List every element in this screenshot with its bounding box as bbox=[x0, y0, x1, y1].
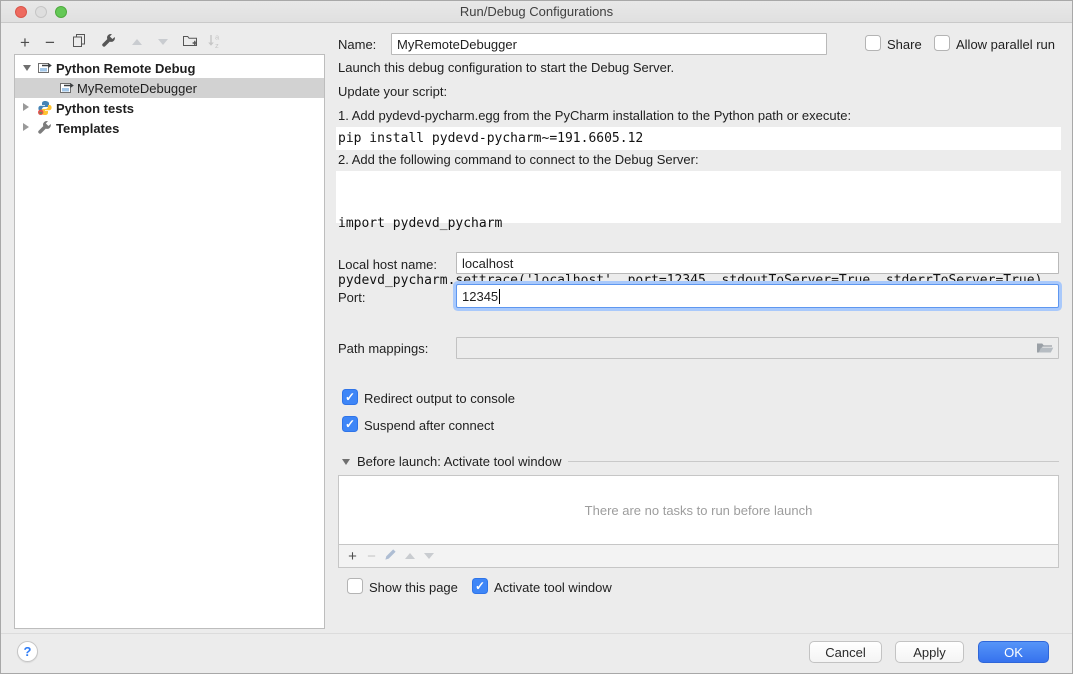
sort-configurations-button[interactable]: az bbox=[202, 31, 226, 53]
add-task-button[interactable]: + bbox=[343, 546, 362, 566]
apply-button[interactable]: Apply bbox=[895, 641, 964, 663]
ok-button[interactable]: OK bbox=[978, 641, 1049, 663]
arrow-down-icon bbox=[158, 39, 168, 45]
activate-tool-window-checkbox[interactable]: ✓ bbox=[472, 578, 488, 594]
before-launch-task-list[interactable]: There are no tasks to run before launch bbox=[338, 475, 1059, 545]
settrace-code-line1: import pydevd_pycharm bbox=[338, 214, 1061, 233]
show-this-page-checkbox[interactable] bbox=[347, 578, 363, 594]
redirect-output-label: Redirect output to console bbox=[364, 391, 515, 406]
tree-item-python-tests[interactable]: Python tests bbox=[15, 98, 324, 118]
cancel-button[interactable]: Cancel bbox=[809, 641, 882, 663]
plus-icon: + bbox=[20, 34, 30, 51]
arrow-down-icon bbox=[424, 553, 434, 559]
activate-tool-window-label: Activate tool window bbox=[494, 580, 612, 595]
name-label: Name: bbox=[338, 37, 376, 52]
templates-wrench-icon bbox=[37, 120, 52, 138]
update-script-text: Update your script: bbox=[338, 84, 447, 99]
configurations-tree: Python Remote Debug MyRemoteDebugger Pyt… bbox=[14, 54, 325, 629]
copy-icon bbox=[72, 33, 87, 51]
remove-configuration-button[interactable]: − bbox=[38, 31, 62, 53]
tree-item-label: Python Remote Debug bbox=[56, 61, 195, 76]
tree-item-label: Templates bbox=[56, 121, 119, 136]
new-folder-icon bbox=[182, 34, 198, 51]
show-this-page-label: Show this page bbox=[369, 580, 458, 595]
remove-task-button[interactable]: − bbox=[362, 546, 381, 566]
share-label: Share bbox=[887, 37, 922, 52]
path-mappings-input[interactable] bbox=[456, 337, 1059, 359]
path-mappings-label: Path mappings: bbox=[338, 341, 428, 356]
arrow-up-icon bbox=[405, 553, 415, 559]
window-title: Run/Debug Configurations bbox=[1, 4, 1072, 19]
plus-icon: + bbox=[348, 549, 357, 564]
tree-item-label: MyRemoteDebugger bbox=[77, 81, 197, 96]
copy-configuration-button[interactable] bbox=[67, 31, 91, 53]
footer-divider bbox=[1, 633, 1073, 634]
port-value: 12345 bbox=[462, 289, 498, 304]
question-mark-icon: ? bbox=[24, 644, 32, 659]
titlebar: Run/Debug Configurations bbox=[1, 1, 1072, 23]
suspend-after-connect-checkbox[interactable]: ✓ bbox=[342, 416, 358, 432]
collapse-arrow-icon[interactable] bbox=[23, 103, 29, 111]
name-input[interactable] bbox=[391, 33, 827, 55]
text-caret bbox=[499, 289, 500, 304]
remote-debug-icon bbox=[59, 80, 75, 98]
task-list-toolbar: + − bbox=[338, 545, 1059, 568]
allow-parallel-run-checkbox[interactable] bbox=[934, 35, 950, 51]
pencil-icon bbox=[384, 548, 397, 564]
section-divider bbox=[568, 461, 1059, 462]
minus-icon: − bbox=[367, 549, 376, 564]
settrace-code: import pydevd_pycharm pydevd_pycharm.set… bbox=[336, 171, 1061, 223]
move-task-up-button[interactable] bbox=[400, 546, 419, 566]
python-tests-icon bbox=[37, 100, 53, 119]
wrench-icon bbox=[101, 33, 116, 51]
browse-folder-icon[interactable] bbox=[1036, 341, 1054, 358]
run-debug-configurations-dialog: Run/Debug Configurations + − az Python R… bbox=[0, 0, 1073, 674]
step2-text: 2. Add the following command to connect … bbox=[338, 152, 699, 167]
port-input[interactable]: 12345 bbox=[456, 284, 1059, 308]
tree-item-my-remote-debugger[interactable]: MyRemoteDebugger bbox=[15, 78, 324, 98]
svg-text:z: z bbox=[215, 41, 219, 49]
move-down-button[interactable] bbox=[151, 31, 175, 53]
help-button[interactable]: ? bbox=[17, 641, 38, 662]
collapse-arrow-icon[interactable] bbox=[23, 123, 29, 131]
create-folder-button[interactable] bbox=[178, 31, 202, 53]
path-mappings-value bbox=[457, 336, 467, 355]
step1-text: 1. Add pydevd-pycharm.egg from the PyCha… bbox=[338, 108, 851, 123]
pip-install-code: pip install pydevd-pycharm~=191.6605.12 bbox=[336, 127, 1061, 150]
local-host-name-input[interactable] bbox=[456, 252, 1059, 274]
sort-az-icon: az bbox=[207, 33, 221, 52]
add-configuration-button[interactable]: + bbox=[13, 31, 37, 53]
arrow-up-icon bbox=[132, 39, 142, 45]
remote-debug-icon bbox=[37, 60, 53, 78]
port-label: Port: bbox=[338, 290, 365, 305]
move-up-button[interactable] bbox=[125, 31, 149, 53]
redirect-output-checkbox[interactable]: ✓ bbox=[342, 389, 358, 405]
edit-task-button[interactable] bbox=[381, 546, 400, 566]
allow-parallel-run-label: Allow parallel run bbox=[956, 37, 1055, 52]
share-checkbox[interactable] bbox=[865, 35, 881, 51]
collapse-section-arrow-icon[interactable] bbox=[342, 459, 350, 465]
tree-item-python-remote-debug[interactable]: Python Remote Debug bbox=[15, 58, 324, 78]
local-host-name-label: Local host name: bbox=[338, 257, 437, 272]
tree-item-label: Python tests bbox=[56, 101, 134, 116]
edit-templates-button[interactable] bbox=[96, 31, 120, 53]
before-launch-header: Before launch: Activate tool window bbox=[357, 454, 562, 469]
suspend-after-connect-label: Suspend after connect bbox=[364, 418, 494, 433]
move-task-down-button[interactable] bbox=[419, 546, 438, 566]
tree-item-templates[interactable]: Templates bbox=[15, 118, 324, 138]
minus-icon: − bbox=[45, 34, 55, 51]
expand-arrow-icon[interactable] bbox=[23, 65, 31, 71]
intro-text: Launch this debug configuration to start… bbox=[338, 60, 674, 75]
empty-tasks-message: There are no tasks to run before launch bbox=[585, 503, 813, 518]
